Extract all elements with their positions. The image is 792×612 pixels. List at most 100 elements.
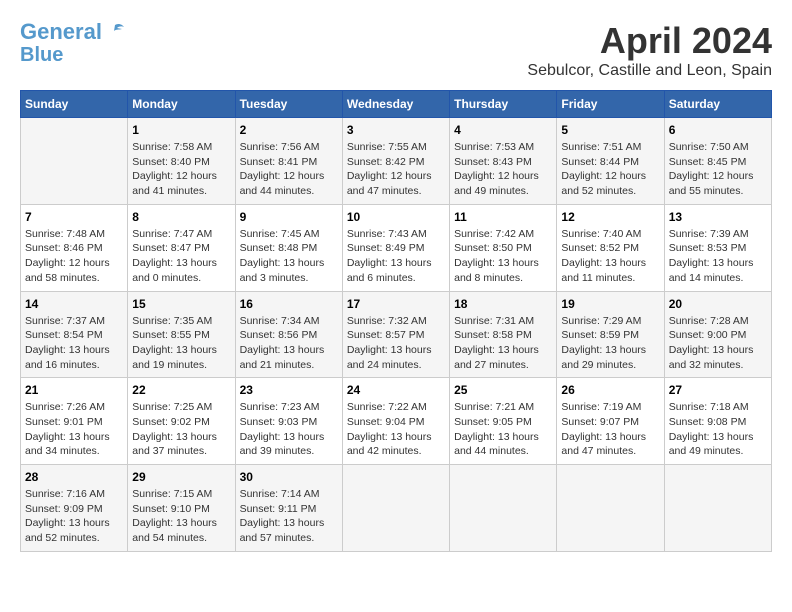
calendar-cell: 28Sunrise: 7:16 AMSunset: 9:09 PMDayligh… [21,465,128,552]
day-number: 8 [132,210,230,224]
calendar-cell: 11 Sunrise: 7:42 AMSunset: 8:50 PMDayligh… [450,204,557,291]
calendar-cell [342,465,449,552]
calendar-cell: 29Sunrise: 7:15 AMSunset: 9:10 PMDayligh… [128,465,235,552]
calendar-cell [450,465,557,552]
day-number: 19 [561,297,659,311]
day-info: Sunrise: 7:45 AMSunset: 8:48 PMDaylight:… [240,227,338,286]
calendar-cell: 30Sunrise: 7:14 AMSunset: 9:11 PMDayligh… [235,465,342,552]
day-number: 23 [240,383,338,397]
calendar-cell: 6 Sunrise: 7:50 AMSunset: 8:45 PMDaylight… [664,118,771,205]
day-info: Sunrise: 7:34 AMSunset: 8:56 PMDaylight:… [240,314,338,373]
day-info: Sunrise: 7:48 AMSunset: 8:46 PMDaylight:… [25,227,123,286]
calendar-cell: 20 Sunrise: 7:28 AMSunset: 9:00 PMDayligh… [664,291,771,378]
calendar-cell [557,465,664,552]
day-number: 10 [347,210,445,224]
day-number: 1 [132,123,230,137]
calendar-cell: 26 Sunrise: 7:19 AMSunset: 9:07 PMDayligh… [557,378,664,465]
header-cell-monday: Monday [128,91,235,118]
day-info: Sunrise: 7:39 AMSunset: 8:53 PMDaylight:… [669,227,767,286]
day-info: Sunrise: 7:19 AMSunset: 9:07 PMDaylight:… [561,400,659,459]
day-number: 22 [132,383,230,397]
header-cell-wednesday: Wednesday [342,91,449,118]
calendar-cell: 24 Sunrise: 7:22 AMSunset: 9:04 PMDayligh… [342,378,449,465]
day-number: 13 [669,210,767,224]
day-number: 5 [561,123,659,137]
day-number: 15 [132,297,230,311]
calendar-cell: 9Sunrise: 7:45 AMSunset: 8:48 PMDaylight… [235,204,342,291]
day-info: Sunrise: 7:22 AMSunset: 9:04 PMDaylight:… [347,400,445,459]
week-row: 7Sunrise: 7:48 AMSunset: 8:46 PMDaylight… [21,204,772,291]
day-info: Sunrise: 7:25 AMSunset: 9:02 PMDaylight:… [132,400,230,459]
calendar-cell: 16Sunrise: 7:34 AMSunset: 8:56 PMDayligh… [235,291,342,378]
day-number: 14 [25,297,123,311]
calendar-cell: 18Sunrise: 7:31 AMSunset: 8:58 PMDayligh… [450,291,557,378]
day-info: Sunrise: 7:37 AMSunset: 8:54 PMDaylight:… [25,314,123,373]
week-row: 1 Sunrise: 7:58 AMSunset: 8:40 PMDaylight… [21,118,772,205]
day-info: Sunrise: 7:50 AMSunset: 8:45 PMDaylight:… [669,140,767,199]
day-info: Sunrise: 7:26 AMSunset: 9:01 PMDaylight:… [25,400,123,459]
logo-bird-icon [104,21,126,43]
calendar-cell: 2 Sunrise: 7:56 AMSunset: 8:41 PMDaylight… [235,118,342,205]
logo-text: General [20,20,102,44]
title-block: April 2024 Sebulcor, Castille and Leon, … [527,20,772,80]
week-row: 14 Sunrise: 7:37 AMSunset: 8:54 PMDayligh… [21,291,772,378]
calendar-cell: 22 Sunrise: 7:25 AMSunset: 9:02 PMDayligh… [128,378,235,465]
day-number: 12 [561,210,659,224]
page-header: General Blue April 2024 Sebulcor, Castil… [20,20,772,80]
day-info: Sunrise: 7:18 AMSunset: 9:08 PMDaylight:… [669,400,767,459]
calendar-header: SundayMondayTuesdayWednesdayThursdayFrid… [21,91,772,118]
calendar-table: SundayMondayTuesdayWednesdayThursdayFrid… [20,90,772,552]
day-info: Sunrise: 7:53 AMSunset: 8:43 PMDaylight:… [454,140,552,199]
calendar-cell: 12 Sunrise: 7:40 AMSunset: 8:52 PMDayligh… [557,204,664,291]
day-number: 20 [669,297,767,311]
day-number: 6 [669,123,767,137]
day-info: Sunrise: 7:47 AMSunset: 8:47 PMDaylight:… [132,227,230,286]
day-number: 17 [347,297,445,311]
page-subtitle: Sebulcor, Castille and Leon, Spain [527,62,772,80]
day-info: Sunrise: 7:43 AMSunset: 8:49 PMDaylight:… [347,227,445,286]
day-number: 27 [669,383,767,397]
calendar-cell: 19 Sunrise: 7:29 AMSunset: 8:59 PMDayligh… [557,291,664,378]
calendar-cell: 13 Sunrise: 7:39 AMSunset: 8:53 PMDayligh… [664,204,771,291]
calendar-cell: 7Sunrise: 7:48 AMSunset: 8:46 PMDaylight… [21,204,128,291]
day-number: 4 [454,123,552,137]
header-cell-friday: Friday [557,91,664,118]
day-info: Sunrise: 7:55 AMSunset: 8:42 PMDaylight:… [347,140,445,199]
calendar-cell: 5 Sunrise: 7:51 AMSunset: 8:44 PMDaylight… [557,118,664,205]
day-number: 24 [347,383,445,397]
header-cell-sunday: Sunday [21,91,128,118]
day-info: Sunrise: 7:28 AMSunset: 9:00 PMDaylight:… [669,314,767,373]
day-info: Sunrise: 7:29 AMSunset: 8:59 PMDaylight:… [561,314,659,373]
day-info: Sunrise: 7:56 AMSunset: 8:41 PMDaylight:… [240,140,338,199]
day-info: Sunrise: 7:16 AMSunset: 9:09 PMDaylight:… [25,487,123,546]
day-info: Sunrise: 7:40 AMSunset: 8:52 PMDaylight:… [561,227,659,286]
day-number: 26 [561,383,659,397]
week-row: 28Sunrise: 7:16 AMSunset: 9:09 PMDayligh… [21,465,772,552]
day-info: Sunrise: 7:23 AMSunset: 9:03 PMDaylight:… [240,400,338,459]
day-info: Sunrise: 7:35 AMSunset: 8:55 PMDaylight:… [132,314,230,373]
day-info: Sunrise: 7:42 AMSunset: 8:50 PMDaylight:… [454,227,552,286]
day-info: Sunrise: 7:14 AMSunset: 9:11 PMDaylight:… [240,487,338,546]
day-number: 29 [132,470,230,484]
day-info: Sunrise: 7:51 AMSunset: 8:44 PMDaylight:… [561,140,659,199]
calendar-cell: 1 Sunrise: 7:58 AMSunset: 8:40 PMDaylight… [128,118,235,205]
day-info: Sunrise: 7:21 AMSunset: 9:05 PMDaylight:… [454,400,552,459]
day-number: 2 [240,123,338,137]
header-cell-tuesday: Tuesday [235,91,342,118]
calendar-cell: 25Sunrise: 7:21 AMSunset: 9:05 PMDayligh… [450,378,557,465]
calendar-cell: 27 Sunrise: 7:18 AMSunset: 9:08 PMDayligh… [664,378,771,465]
calendar-cell: 8 Sunrise: 7:47 AMSunset: 8:47 PMDaylight… [128,204,235,291]
header-row: SundayMondayTuesdayWednesdayThursdayFrid… [21,91,772,118]
day-number: 11 [454,210,552,224]
calendar-cell: 4 Sunrise: 7:53 AMSunset: 8:43 PMDaylight… [450,118,557,205]
calendar-body: 1 Sunrise: 7:58 AMSunset: 8:40 PMDaylight… [21,118,772,552]
logo-line2: Blue [20,44,63,66]
calendar-cell [21,118,128,205]
calendar-cell: 14 Sunrise: 7:37 AMSunset: 8:54 PMDayligh… [21,291,128,378]
day-info: Sunrise: 7:31 AMSunset: 8:58 PMDaylight:… [454,314,552,373]
header-cell-thursday: Thursday [450,91,557,118]
week-row: 21Sunrise: 7:26 AMSunset: 9:01 PMDayligh… [21,378,772,465]
day-info: Sunrise: 7:58 AMSunset: 8:40 PMDaylight:… [132,140,230,199]
calendar-cell: 10 Sunrise: 7:43 AMSunset: 8:49 PMDayligh… [342,204,449,291]
day-info: Sunrise: 7:32 AMSunset: 8:57 PMDaylight:… [347,314,445,373]
